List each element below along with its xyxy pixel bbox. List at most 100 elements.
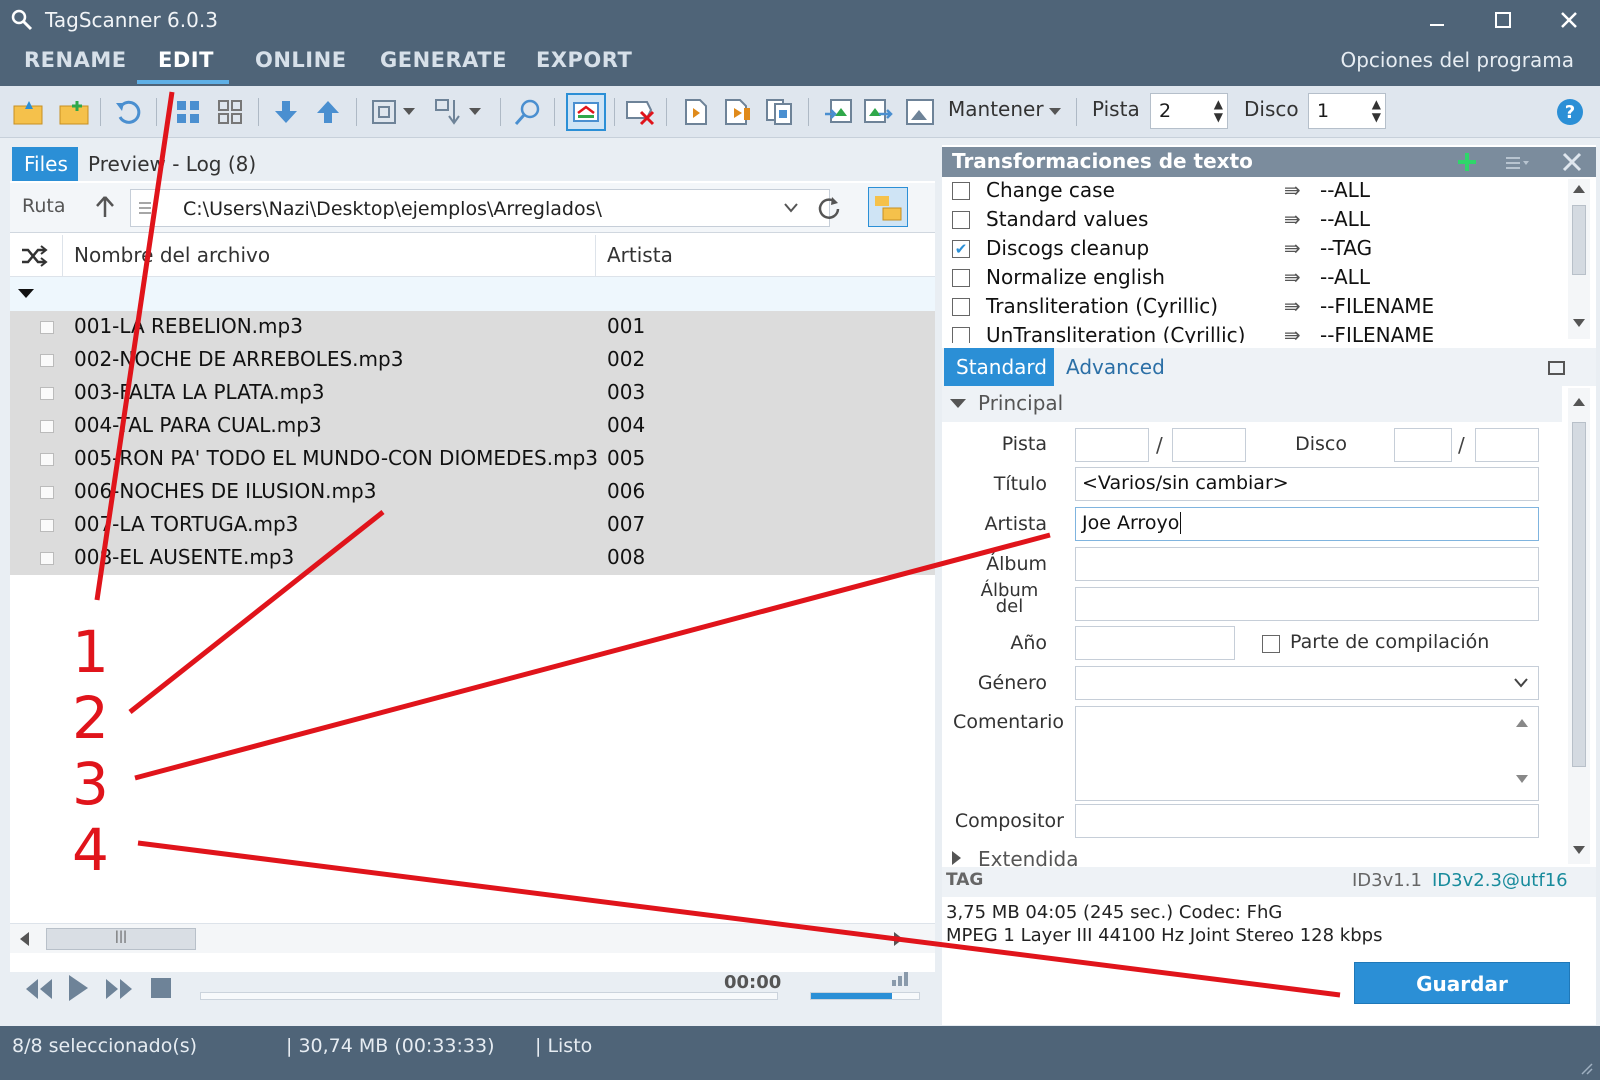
collapse-arrow-icon[interactable] <box>18 289 34 299</box>
file-row[interactable]: 006-NOCHES DE ILUSION.mp3 006 <box>10 476 935 509</box>
scroll-up-icon[interactable] <box>1573 185 1585 193</box>
keep-dropdown-label[interactable]: Mantener <box>948 97 1044 121</box>
transformation-item[interactable]: Normalize english ⇛ --ALL <box>942 264 1562 293</box>
track-total-input[interactable] <box>1172 428 1246 462</box>
tag-id3v1[interactable]: ID3v1.1 <box>1352 870 1422 891</box>
stepper-arrows-icon[interactable]: ▲ ▼ <box>1372 98 1381 124</box>
stepper-arrows-icon[interactable]: ▲ ▼ <box>1214 98 1223 124</box>
scroll-down-icon[interactable] <box>1573 846 1585 854</box>
artist-input[interactable]: Joe Arroyo <box>1075 507 1539 541</box>
scroll-up-icon[interactable] <box>1516 719 1528 727</box>
scrollbar-thumb[interactable] <box>1572 205 1586 275</box>
write-tags-icon[interactable] <box>566 93 606 131</box>
tab-advanced[interactable]: Advanced <box>1066 355 1165 379</box>
scroll-left-icon[interactable] <box>20 932 30 946</box>
stop-icon[interactable] <box>150 977 172 999</box>
chevron-down-icon[interactable] <box>783 202 799 214</box>
transformation-item[interactable]: Standard values ⇛ --ALL <box>942 206 1562 235</box>
transformation-checkbox[interactable] <box>952 298 970 316</box>
file-row[interactable]: 003-FALTA LA PLATA.mp3 003 <box>10 377 935 410</box>
scrollbar-thumb[interactable] <box>1572 422 1586 767</box>
menu-rename[interactable]: RENAME <box>24 48 127 72</box>
file-row[interactable]: 005-RON PA' TODO EL MUNDO-CON DIOMEDES.m… <box>10 443 935 476</box>
transformation-checkbox[interactable] <box>952 327 970 343</box>
year-input[interactable] <box>1075 626 1235 660</box>
scroll-right-icon[interactable] <box>894 932 904 946</box>
undo-icon[interactable] <box>112 96 144 128</box>
file-row[interactable]: 001-LA REBELION.mp3 001 <box>10 311 935 344</box>
tab-preview-log[interactable]: Preview - Log (8) <box>88 152 256 176</box>
add-icon[interactable] <box>1456 151 1478 173</box>
move-down-icon[interactable] <box>270 96 302 128</box>
transformation-item[interactable]: UnTransliteration (Cyrillic) ⇛ --FILENAME <box>942 322 1562 343</box>
sort-icon[interactable] <box>432 96 464 128</box>
disc-stepper[interactable]: 1 ▲ ▼ <box>1308 93 1386 129</box>
section-principal[interactable]: Principal <box>942 386 1562 422</box>
resize-grip-icon[interactable] <box>1578 1060 1594 1076</box>
scroll-down-icon[interactable] <box>1516 775 1528 783</box>
section-extended[interactable]: Extendida <box>942 845 1562 867</box>
volume-slider[interactable] <box>810 992 920 1000</box>
tab-standard[interactable]: Standard <box>944 348 1054 386</box>
cover-image-icon[interactable] <box>904 96 936 128</box>
close-panel-icon[interactable] <box>1562 152 1582 172</box>
disc-input[interactable] <box>1394 428 1452 462</box>
rewind-icon[interactable] <box>24 978 54 1000</box>
genre-select[interactable] <box>1075 666 1539 700</box>
menu-edit[interactable]: EDIT <box>158 48 214 72</box>
horizontal-scrollbar[interactable]: ||| <box>10 923 935 953</box>
menu-generate[interactable]: GENERATE <box>380 48 507 72</box>
transformation-item[interactable]: Transliteration (Cyrillic) ⇛ --FILENAME <box>942 293 1562 322</box>
track-input[interactable] <box>1075 428 1149 462</box>
scroll-up-icon[interactable] <box>1573 398 1585 406</box>
expand-arrow-icon[interactable] <box>952 851 962 865</box>
file-row[interactable]: 008-EL AUSENTE.mp3 008 <box>10 542 935 575</box>
comment-textarea[interactable] <box>1075 706 1539 801</box>
scroll-down-icon[interactable] <box>1573 319 1585 327</box>
collapse-arrow-icon[interactable] <box>950 399 966 409</box>
folder-tree-icon[interactable] <box>868 187 908 227</box>
frame-select-icon[interactable] <box>368 96 400 128</box>
close-icon[interactable] <box>1546 4 1592 36</box>
fast-forward-icon[interactable] <box>104 978 134 1000</box>
file-row[interactable]: 002-NOCHE DE ARREBOLES.mp3 002 <box>10 344 935 377</box>
compilation-checkbox[interactable] <box>1262 635 1280 653</box>
transformations-scrollbar[interactable] <box>1568 179 1590 339</box>
editor-scrollbar[interactable] <box>1568 388 1590 864</box>
file-row[interactable]: 004-TAL PARA CUAL.mp3 004 <box>10 410 935 443</box>
column-artist[interactable]: Artista <box>607 243 673 267</box>
save-button[interactable]: Guardar <box>1354 962 1570 1004</box>
transformation-checkbox[interactable] <box>952 182 970 200</box>
import-cover-icon[interactable] <box>822 96 854 128</box>
transformation-checkbox[interactable] <box>952 269 970 287</box>
play-icon[interactable] <box>66 974 90 1002</box>
column-filename[interactable]: Nombre del archivo <box>74 243 270 267</box>
file-row[interactable]: 007-LA TORTUGA.mp3 007 <box>10 509 935 542</box>
chevron-down-icon[interactable] <box>1514 678 1528 688</box>
path-input[interactable]: C:\Users\Nazi\Desktop\ejemplos\Arreglado… <box>130 189 830 227</box>
deselect-all-icon[interactable] <box>214 96 246 128</box>
transformation-checkbox[interactable] <box>952 211 970 229</box>
group-row[interactable] <box>10 277 935 311</box>
shuffle-icon[interactable] <box>20 245 48 267</box>
refresh-icon[interactable] <box>816 195 842 221</box>
add-folder-icon[interactable] <box>58 96 90 128</box>
move-up-icon[interactable] <box>312 96 344 128</box>
transformation-item[interactable]: ✔ Discogs cleanup ⇛ --TAG <box>942 235 1562 264</box>
transformation-item[interactable]: Change case ⇛ --ALL <box>942 177 1562 206</box>
tab-files[interactable]: Files <box>12 147 78 181</box>
file-play-icon[interactable] <box>680 96 712 128</box>
chevron-down-icon[interactable] <box>1046 96 1064 128</box>
help-icon[interactable]: ? <box>1554 96 1586 128</box>
seek-bar[interactable] <box>200 992 778 1000</box>
up-folder-icon[interactable] <box>95 195 115 219</box>
open-folder-icon[interactable] <box>12 96 44 128</box>
files-copy-icon[interactable] <box>764 96 796 128</box>
composer-input[interactable] <box>1075 804 1539 838</box>
title-input[interactable]: <Varios/sin cambiar> <box>1075 467 1539 501</box>
select-all-icon[interactable] <box>172 96 204 128</box>
program-options-link[interactable]: Opciones del programa <box>1340 48 1574 72</box>
menu-online[interactable]: ONLINE <box>255 48 347 72</box>
menu-icon[interactable] <box>1504 155 1530 171</box>
transformation-checkbox[interactable]: ✔ <box>952 240 970 258</box>
